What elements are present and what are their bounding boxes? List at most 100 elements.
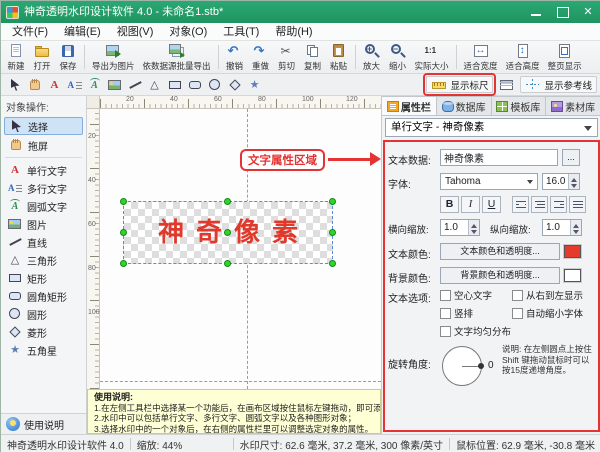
- menu-item[interactable]: 对象(O): [161, 23, 215, 41]
- arc-text-tool-button[interactable]: [85, 76, 104, 94]
- align-justify-button[interactable]: [569, 196, 586, 213]
- tab-database[interactable]: 数据库: [436, 96, 492, 116]
- text-color-button[interactable]: 文本颜色和透明度...: [440, 243, 560, 260]
- minimize-button[interactable]: [523, 1, 549, 23]
- font-size-spinner[interactable]: 16.0: [542, 173, 580, 190]
- checkbox-option[interactable]: 竖排: [440, 306, 512, 320]
- fit-page-button[interactable]: 整页显示: [544, 42, 586, 72]
- align-center-button[interactable]: [531, 196, 548, 213]
- open-folder-button[interactable]: 打开: [29, 42, 55, 72]
- diamond-tool-button[interactable]: [225, 76, 244, 94]
- checkbox[interactable]: [440, 307, 451, 319]
- vscale-spinner[interactable]: 1.0: [542, 219, 582, 236]
- sidebar-item-line[interactable]: 直线: [1, 233, 86, 251]
- watermark-object[interactable]: 神奇像素: [120, 198, 336, 267]
- checkbox[interactable]: [512, 289, 523, 301]
- spinner-arrows-icon[interactable]: [570, 220, 581, 235]
- select-tool-button[interactable]: [5, 76, 24, 94]
- selection-handle-e[interactable]: [329, 228, 336, 236]
- zoom-in-button[interactable]: 放大: [359, 42, 385, 72]
- fit-height-button[interactable]: 适合高度: [502, 42, 544, 72]
- spinner-arrows-icon[interactable]: [468, 220, 479, 235]
- multi-text-tool-button[interactable]: [65, 76, 84, 94]
- tab-template[interactable]: 模板库: [491, 96, 547, 116]
- hscale-spinner[interactable]: 1.0: [440, 219, 480, 236]
- italic-button[interactable]: I: [461, 196, 480, 213]
- checkbox-option[interactable]: 文字均匀分布: [440, 324, 512, 338]
- canvas-area[interactable]: 20 40 60 80 100 120 20 40 60 80 100 神奇像素 文字属性区域: [87, 96, 381, 389]
- selection-handle-n[interactable]: [224, 198, 231, 205]
- selection-handle-w[interactable]: [120, 228, 127, 236]
- zoom-out-button[interactable]: 缩小: [385, 42, 411, 72]
- batch-export-button[interactable]: 依数据源批量导出: [139, 42, 215, 72]
- spinner-arrows-icon[interactable]: [568, 174, 579, 189]
- sidebar-item-single-text[interactable]: 单行文字: [1, 161, 86, 179]
- actual-size-button[interactable]: 实际大小: [411, 42, 453, 72]
- object-selector-dropdown[interactable]: 单行文字 - 神奇像素: [385, 118, 598, 137]
- text-color-swatch[interactable]: [564, 245, 581, 258]
- image-tool-button[interactable]: [105, 76, 124, 94]
- text-data-more-button[interactable]: ...: [562, 149, 580, 166]
- font-select[interactable]: Tahoma: [440, 173, 538, 190]
- triangle-tool-button[interactable]: [145, 76, 164, 94]
- menu-item[interactable]: 工具(T): [215, 23, 267, 41]
- selection-handle-s[interactable]: [224, 260, 231, 267]
- selection-handle-c[interactable]: [224, 228, 231, 236]
- selection-handle-ne[interactable]: [329, 198, 336, 205]
- sidebar-item-arc-text[interactable]: 圆弧文字: [1, 197, 86, 215]
- guide-line-horizontal[interactable]: [100, 381, 381, 382]
- cut-button[interactable]: 剪切: [274, 42, 300, 72]
- checkbox[interactable]: [440, 289, 451, 301]
- checkbox-option[interactable]: 空心文字: [440, 288, 512, 302]
- checkbox-option[interactable]: 自动缩小字体: [512, 306, 590, 320]
- menu-item[interactable]: 文件(F): [4, 23, 56, 41]
- sidebar-item-multi-text[interactable]: 多行文字: [1, 179, 86, 197]
- rotation-dial-handle[interactable]: [478, 363, 484, 369]
- sidebar-item-rect[interactable]: 矩形: [1, 269, 86, 287]
- sidebar-tool-select[interactable]: 选择: [4, 117, 83, 135]
- help-button[interactable]: 使用说明: [1, 413, 86, 434]
- sidebar-item-star[interactable]: 五角星: [1, 341, 86, 359]
- menu-item[interactable]: 视图(V): [109, 23, 162, 41]
- underline-button[interactable]: U: [482, 196, 501, 213]
- tab-properties[interactable]: 属性栏: [382, 96, 437, 116]
- star-tool-button[interactable]: [245, 76, 264, 94]
- show-ruler-toggle[interactable]: 显示标尺: [423, 73, 497, 96]
- new-file-button[interactable]: 新建: [3, 42, 29, 72]
- rounded-rect-tool-button[interactable]: [185, 76, 204, 94]
- export-image-button[interactable]: 导出为图片: [88, 42, 139, 72]
- bg-color-button[interactable]: 背景颜色和透明度...: [440, 267, 560, 284]
- work-area[interactable]: 神奇像素 文字属性区域: [100, 109, 381, 389]
- rotation-dial[interactable]: [442, 346, 484, 386]
- menu-item[interactable]: 帮助(H): [267, 23, 320, 41]
- sidebar-item-circle[interactable]: 圆形: [1, 305, 86, 323]
- line-tool-button[interactable]: [125, 76, 144, 94]
- selection-handle-nw[interactable]: [120, 198, 127, 205]
- save-button[interactable]: 保存: [55, 42, 81, 72]
- menu-item[interactable]: 编辑(E): [56, 23, 109, 41]
- checkbox-option[interactable]: 从右到左显示: [512, 288, 590, 302]
- redo-button[interactable]: 重做: [248, 42, 274, 72]
- tab-assets[interactable]: 素材库: [546, 96, 600, 116]
- text-data-input[interactable]: [440, 149, 558, 166]
- sidebar-item-diamond[interactable]: 菱形: [1, 323, 86, 341]
- selection-handle-sw[interactable]: [120, 260, 127, 267]
- fit-width-button[interactable]: 适合宽度: [460, 42, 502, 72]
- sidebar-tool-pan[interactable]: 拖屏: [4, 136, 83, 154]
- bg-color-swatch[interactable]: [564, 269, 581, 282]
- undo-button[interactable]: 撤销: [222, 42, 248, 72]
- show-data-panel-button[interactable]: [497, 76, 516, 94]
- copy-button[interactable]: 复制: [300, 42, 326, 72]
- align-right-button[interactable]: [550, 196, 567, 213]
- sidebar-item-triangle[interactable]: 三角形: [1, 251, 86, 269]
- align-left-button[interactable]: [512, 196, 529, 213]
- sidebar-item-rounded-rect[interactable]: 圆角矩形: [1, 287, 86, 305]
- single-text-tool-button[interactable]: [45, 76, 64, 94]
- bold-button[interactable]: B: [440, 196, 459, 213]
- checkbox[interactable]: [440, 325, 451, 337]
- close-button[interactable]: [575, 1, 600, 23]
- paste-button[interactable]: 粘贴: [326, 42, 352, 72]
- selection-handle-se[interactable]: [329, 260, 336, 267]
- rect-tool-button[interactable]: [165, 76, 184, 94]
- pan-tool-button[interactable]: [25, 76, 44, 94]
